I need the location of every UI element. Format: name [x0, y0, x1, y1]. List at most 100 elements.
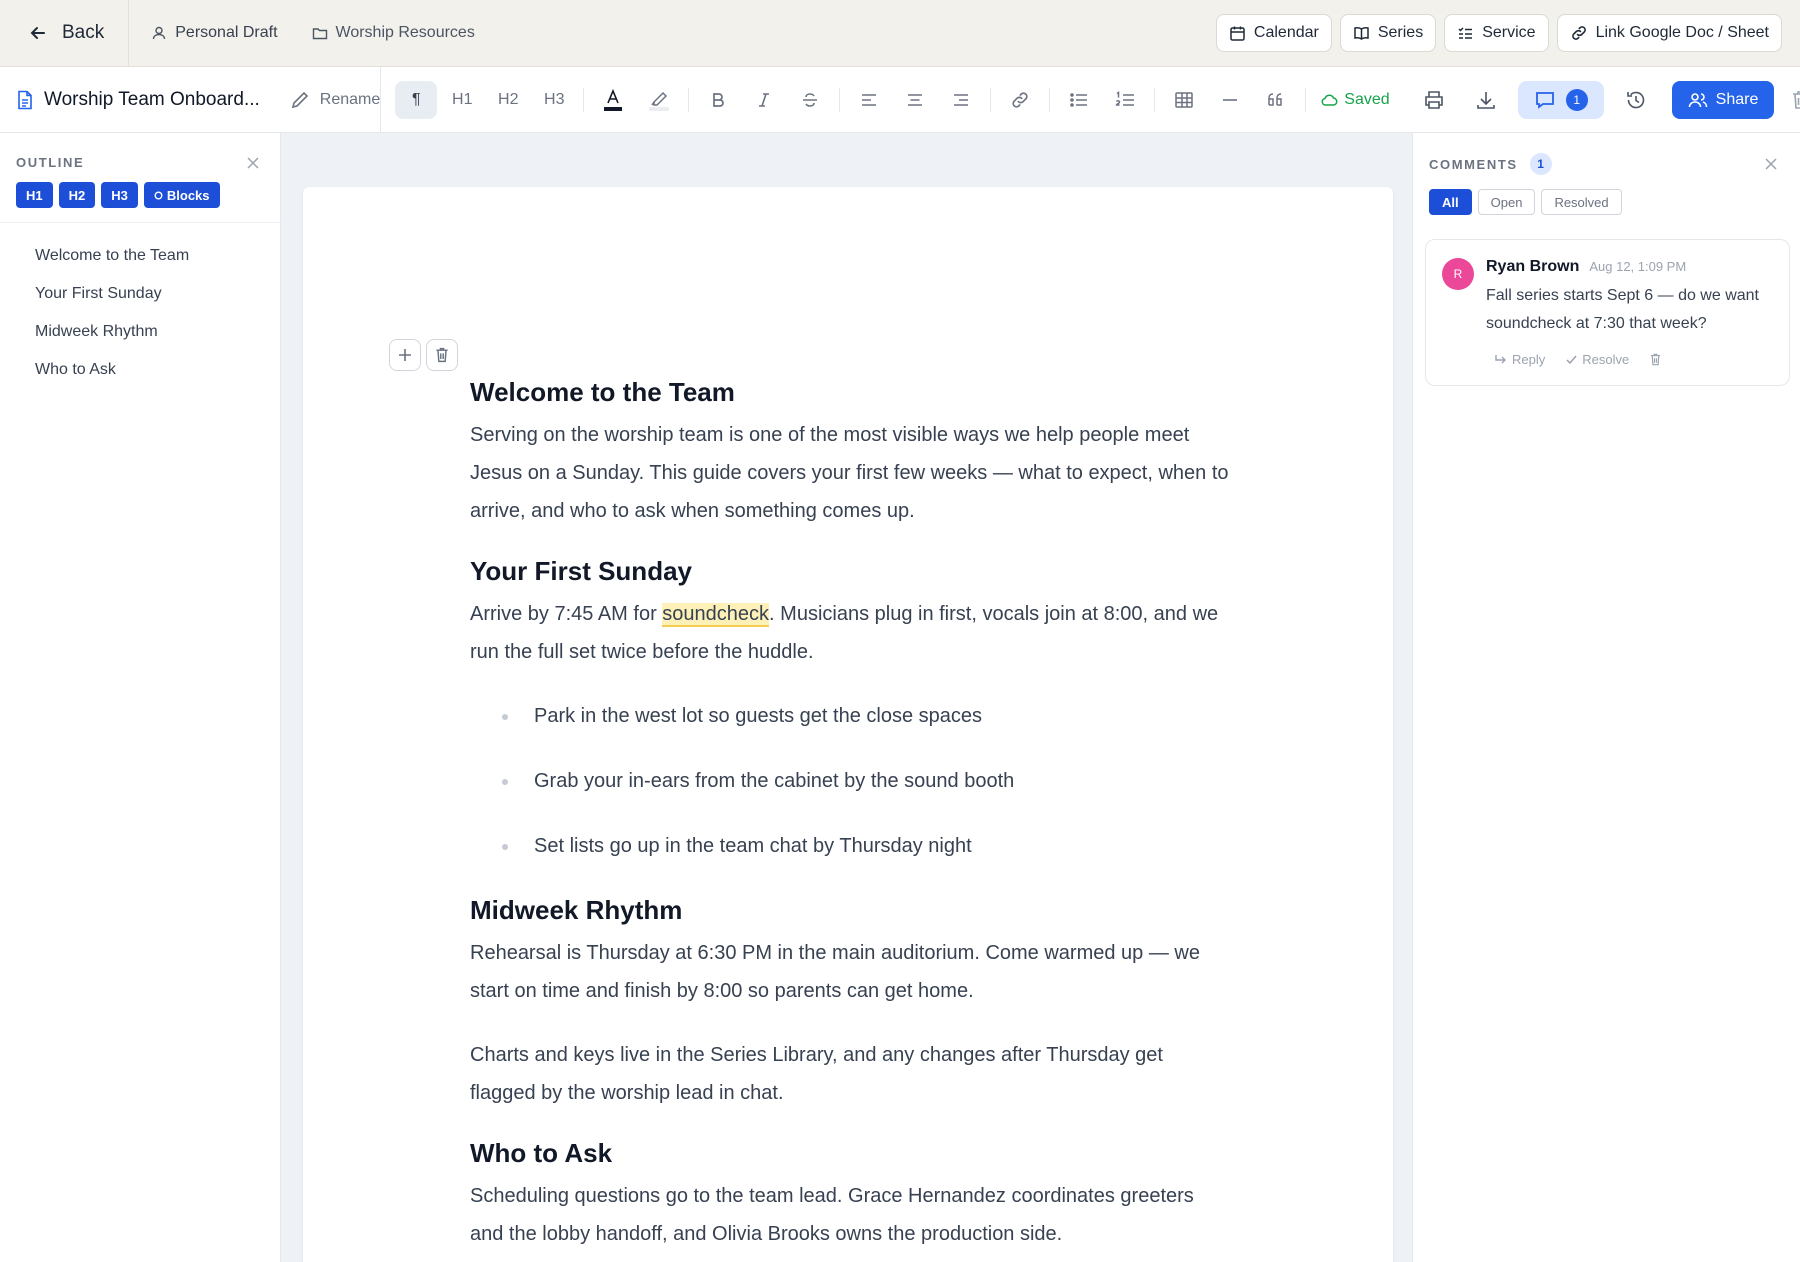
text-color-icon [604, 88, 623, 111]
comments-toggle-button[interactable]: 1 [1517, 80, 1604, 119]
filter-h1[interactable]: H1 [16, 182, 53, 208]
toolbar-divider [688, 87, 690, 112]
align-right-icon [954, 93, 969, 106]
history-icon [1626, 91, 1644, 108]
delete-document-button[interactable] [1774, 81, 1800, 119]
insert-table-button[interactable] [1163, 81, 1205, 119]
bullet-list-icon [1070, 92, 1088, 107]
link-google-doc-button[interactable]: Link Google Doc / Sheet [1556, 14, 1782, 52]
paragraph-button[interactable]: ¶ [395, 80, 438, 119]
outline-panel: OUTLINE H1 H2 H3 Blocks Welcome to the T… [0, 133, 281, 1262]
list-item: Grab your in-ears from the cabinet by th… [502, 762, 1230, 800]
rename-button[interactable]: Rename [290, 90, 380, 110]
heading-who-to-ask: Who to Ask [470, 1138, 613, 1168]
close-icon[interactable] [246, 156, 260, 170]
user-icon [153, 26, 166, 40]
delete-comment-button[interactable] [1649, 352, 1662, 367]
reply-button[interactable]: Reply [1494, 352, 1545, 367]
italic-button[interactable] [743, 81, 785, 119]
series-button[interactable]: Series [1339, 14, 1437, 52]
delete-block-button[interactable] [426, 339, 458, 371]
heading-1-button[interactable]: H1 [441, 81, 483, 119]
toolbar-divider [839, 87, 841, 112]
numbered-list-icon [1116, 90, 1135, 106]
text-color-button[interactable] [592, 81, 634, 119]
resolve-button[interactable]: Resolve [1565, 352, 1629, 367]
reply-icon [1495, 354, 1506, 363]
align-left-button[interactable] [848, 81, 890, 119]
calendar-button[interactable]: Calendar [1215, 14, 1332, 52]
back-button[interactable]: Back [0, 0, 130, 66]
download-icon [1476, 91, 1495, 109]
numbered-list-button[interactable] [1104, 81, 1146, 119]
check-icon [1566, 355, 1577, 365]
align-center-icon [908, 93, 923, 106]
top-actions: Calendar Series Service Link Google Doc … [1215, 14, 1800, 52]
outline-header: OUTLINE [0, 133, 280, 170]
comment-author: Ryan Brown [1486, 258, 1580, 275]
align-right-button[interactable] [940, 81, 982, 119]
breadcrumb-personal-draft[interactable]: Personal Draft [151, 24, 278, 42]
breadcrumb-label: Worship Resources [335, 24, 475, 41]
tab-all[interactable]: All [1429, 189, 1472, 215]
add-block-button[interactable] [389, 339, 421, 371]
close-icon[interactable] [1764, 157, 1778, 171]
resolve-label: Resolve [1582, 352, 1630, 367]
history-button[interactable] [1610, 81, 1662, 119]
document-title[interactable]: Worship Team Onboard... [44, 89, 260, 111]
editor-canvas: Welcome to the Team Serving on the worsh… [281, 133, 1412, 1262]
comment-meta: Ryan Brown Aug 12, 1:09 PM [1486, 258, 1773, 276]
comment-card[interactable]: R Ryan Brown Aug 12, 1:09 PM Fall series… [1425, 239, 1790, 386]
editor-toolbar: Worship Team Onboard... Rename ¶ H1 H2 H… [0, 67, 1800, 133]
plus-icon [399, 349, 411, 361]
insert-link-button[interactable] [999, 81, 1041, 119]
bold-button[interactable] [697, 81, 739, 119]
link-google-doc-label: Link Google Doc / Sheet [1595, 24, 1769, 41]
paragraph-midweek-rhythm: Rehearsal is Thursday at 6:30 PM in the … [470, 942, 1200, 1002]
service-button[interactable]: Service [1444, 14, 1549, 52]
breadcrumb-worship-resources[interactable]: Worship Resources [312, 24, 475, 42]
list-item: Park in the west lot so guests get the c… [502, 697, 1230, 735]
series-label: Series [1377, 24, 1424, 41]
filter-h2[interactable]: H2 [58, 182, 96, 208]
toolbar-divider [1049, 87, 1051, 112]
comment-filter-tabs: All Open Resolved [1413, 175, 1800, 215]
book-icon [1354, 26, 1369, 40]
comment-text: Fall series starts Sept 6 — do we want s… [1486, 287, 1759, 332]
breadcrumb-label: Personal Draft [175, 24, 278, 41]
outline-item-first-sunday[interactable]: Your First Sunday [0, 275, 280, 313]
quote-icon [1268, 92, 1283, 106]
horizontal-rule-button[interactable] [1209, 81, 1251, 119]
bullet-list-button[interactable] [1058, 81, 1100, 119]
saved-label: Saved [1344, 90, 1390, 108]
outline-item-midweek-rhythm[interactable]: Midweek Rhythm [0, 313, 280, 351]
outline-item-welcome[interactable]: Welcome to the Team [0, 237, 280, 275]
share-button[interactable]: Share [1671, 80, 1775, 119]
commented-highlight[interactable]: soundcheck [662, 603, 770, 627]
highlight-color-button[interactable] [638, 81, 680, 119]
tab-open[interactable]: Open [1477, 189, 1536, 215]
tab-resolved[interactable]: Resolved [1541, 189, 1622, 215]
trash-icon [436, 347, 448, 363]
quote-button[interactable] [1255, 81, 1297, 119]
align-center-button[interactable] [894, 81, 936, 119]
share-label: Share [1715, 90, 1759, 108]
filter-h3[interactable]: H3 [101, 182, 138, 208]
table-icon [1175, 91, 1194, 108]
outline-item-who-to-ask[interactable]: Who to Ask [0, 351, 280, 389]
comment-count-badge: 1 [1565, 88, 1588, 111]
heading-2-button[interactable]: H2 [487, 81, 529, 119]
link-icon [1571, 26, 1586, 40]
paragraph-welcome: Serving on the worship team is one of th… [470, 424, 1229, 522]
download-button[interactable] [1460, 81, 1512, 119]
horizontal-rule-icon [1223, 98, 1238, 101]
toolbar-divider [1154, 87, 1156, 112]
toolbar-divider [1305, 87, 1307, 112]
document-content[interactable]: Welcome to the Team Serving on the worsh… [470, 377, 1230, 1262]
filter-blocks[interactable]: Blocks [143, 182, 220, 208]
comments-title: COMMENTS [1429, 156, 1518, 172]
strikethrough-button[interactable] [789, 81, 831, 119]
heading-3-button[interactable]: H3 [533, 81, 575, 119]
highlighter-icon [649, 91, 670, 111]
print-button[interactable] [1408, 81, 1460, 119]
